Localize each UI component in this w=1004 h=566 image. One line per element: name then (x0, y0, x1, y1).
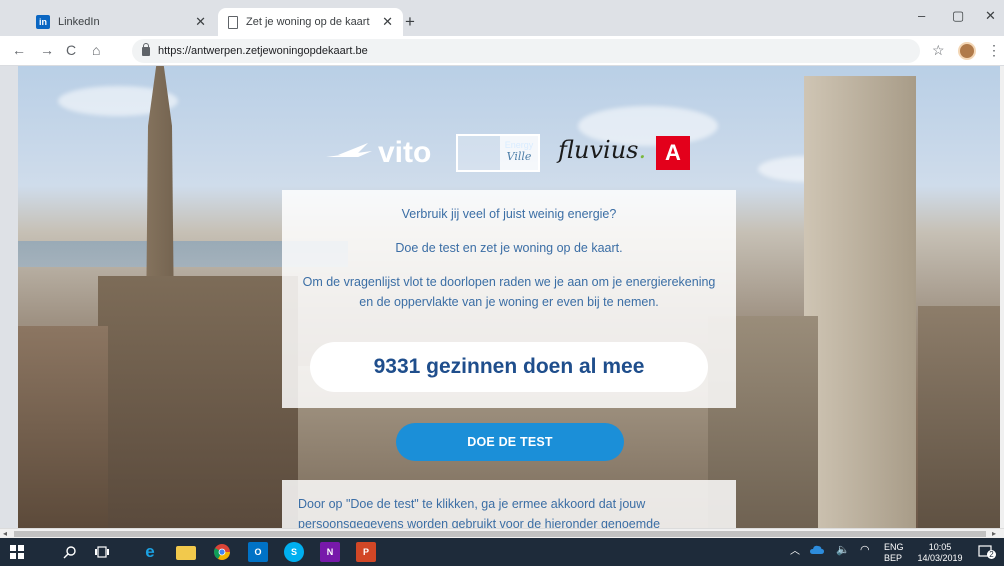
consent-panel: Door op "Doe de test" te klikken, ga je … (282, 480, 736, 528)
vertical-scrollbar[interactable] (1000, 66, 1004, 528)
fluvius-logo: fluvius. (558, 136, 647, 164)
lock-icon (142, 42, 150, 56)
consent-text: Door op "Doe de test" te klikken, ga je … (298, 497, 661, 528)
tab-title: Zet je woning op de kaart (246, 16, 370, 28)
scroll-left-icon[interactable]: ◂ (3, 529, 7, 538)
start-test-button[interactable]: DOE DE TEST (396, 423, 624, 461)
forward-button[interactable]: → (40, 42, 54, 58)
chrome-icon[interactable] (212, 542, 232, 562)
browser-menu-icon[interactable]: ⋮ (987, 42, 1001, 59)
tab-strip: in LinkedIn ✕ Zet je woning op de kaart … (0, 0, 1004, 36)
vito-bird-icon (326, 143, 372, 163)
document-icon (228, 15, 238, 29)
maximize-button[interactable]: ▢ (952, 8, 964, 24)
horizontal-scrollbar[interactable]: ◂ ▸ (0, 528, 1004, 538)
reload-button[interactable]: C (66, 42, 76, 58)
new-tab-button[interactable]: + (405, 12, 415, 32)
windows-taskbar: e O S N P ︿ 🔈 ◠ ENG BEP 10:05 14/03/2019… (0, 538, 1004, 566)
back-button[interactable]: ← (12, 42, 26, 58)
vito-logo: vito (326, 136, 431, 170)
scrollbar-thumb[interactable] (14, 531, 986, 537)
energyville-logo: Energy Ville (456, 134, 540, 172)
intro-instructions: Om de vragenlijst vlot te doorlopen rade… (302, 275, 716, 309)
tray-chevron-icon[interactable]: ︿ (790, 546, 800, 557)
task-view-icon[interactable] (92, 542, 112, 562)
home-button[interactable]: ⌂ (92, 42, 100, 58)
language-indicator[interactable]: ENG BEP (884, 542, 904, 564)
page-viewport: vito Energy Ville fluvius. A Verbruik ji… (18, 66, 1000, 528)
volume-icon[interactable]: 🔈 (836, 545, 850, 556)
participant-counter: 9331 gezinnen doen al mee (310, 342, 708, 392)
clock[interactable]: 10:05 14/03/2019 (914, 542, 966, 564)
windows-start-icon[interactable] (6, 542, 28, 562)
intro-panel: Verbruik jij veel of juist weinig energi… (282, 190, 736, 408)
profile-avatar[interactable] (958, 42, 976, 60)
notifications-icon[interactable]: 2 (978, 544, 996, 563)
tab-linkedin[interactable]: in LinkedIn ✕ (26, 8, 216, 36)
partner-logos: vito Energy Ville fluvius. A (326, 130, 706, 176)
skype-icon[interactable]: S (284, 542, 304, 562)
tab-title: LinkedIn (58, 16, 100, 28)
close-tab-icon[interactable]: ✕ (195, 14, 206, 30)
edge-icon[interactable]: e (140, 542, 160, 562)
antwerpen-logo: A (656, 136, 690, 170)
scroll-right-icon[interactable]: ▸ (992, 529, 996, 538)
intro-cta-text: Doe de test en zet je woning op de kaart… (395, 241, 623, 255)
powerpoint-icon[interactable]: P (356, 542, 376, 562)
linkedin-icon: in (36, 15, 50, 29)
wifi-icon[interactable]: ◠ (860, 545, 870, 556)
close-tab-icon[interactable]: ✕ (382, 14, 393, 30)
intro-question: Verbruik jij veel of juist weinig energi… (401, 207, 617, 221)
minimize-button[interactable]: – (918, 8, 925, 23)
file-explorer-icon[interactable] (176, 546, 196, 560)
search-icon[interactable] (60, 542, 80, 562)
url-text: https://antwerpen.zetjewoningopdekaart.b… (158, 45, 368, 57)
tab-zet-je-woning[interactable]: Zet je woning op de kaart ✕ (218, 8, 403, 36)
address-bar[interactable]: https://antwerpen.zetjewoningopdekaart.b… (132, 39, 920, 63)
browser-toolbar: ← → C ⌂ https://antwerpen.zetjewoningopd… (0, 36, 1004, 66)
outlook-icon[interactable]: O (248, 542, 268, 562)
onenote-icon[interactable]: N (320, 542, 340, 562)
bookmark-star-icon[interactable]: ☆ (932, 42, 945, 59)
close-window-button[interactable]: ✕ (985, 8, 996, 24)
onedrive-icon[interactable] (810, 545, 824, 558)
